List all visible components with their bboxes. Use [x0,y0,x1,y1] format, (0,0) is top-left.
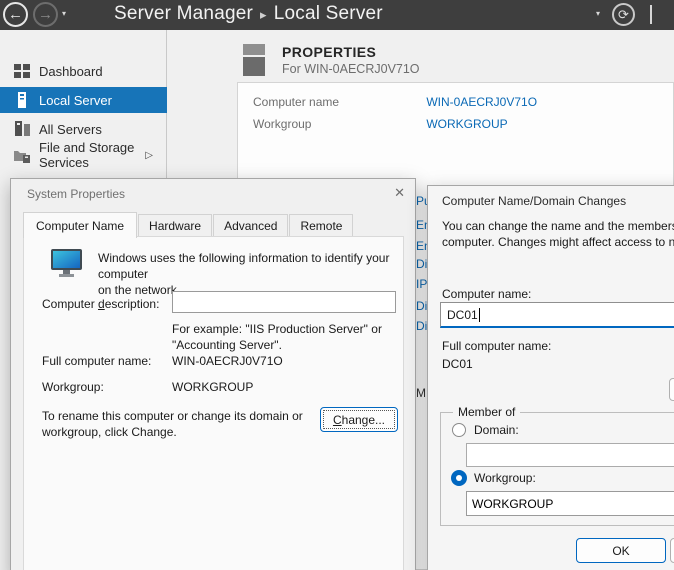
forward-icon: → [38,6,53,23]
sidebar-item-file-storage-services[interactable]: File and Storage Services ▷ [0,142,167,168]
clipped-value: En [416,218,427,232]
system-properties-dialog: System Properties ✕ Computer Name Hardwa… [10,178,416,570]
clipped-value: Pu [416,194,427,208]
tab-strip: Computer Name Hardware Advanced Remote [23,212,354,237]
clipped-value: IP [416,277,427,291]
dialog-title: Computer Name/Domain Changes [442,194,626,208]
computer-name-domain-changes-dialog: Computer Name/Domain Changes You can cha… [427,185,674,570]
computer-description-label: Computer description: [42,297,159,311]
dialog-title: System Properties [27,187,125,201]
title-bar: ← → ▾ Server Manager▸Local Server ▾ ⟳ [0,0,674,30]
toolbar-caret-icon[interactable]: ▾ [596,9,600,18]
workgroup-radio[interactable] [451,470,467,486]
ok-button[interactable]: OK [576,538,666,563]
clipped-background-values: Pu En En Di IP Di Di M [416,178,427,570]
back-button[interactable]: ← [3,2,28,27]
clipped-value: Di [416,299,427,313]
member-of-label: Member of [453,405,520,419]
clipped-value: Di [416,257,427,271]
local-server-icon [13,91,31,109]
clipped-value: En [416,239,427,253]
workgroup-input[interactable] [466,491,674,516]
dashboard-icon [13,62,31,80]
window-title-app: Server Manager [114,3,253,24]
properties-subheading: For WIN-0AECRJ0V71O [282,62,420,76]
tab-remote[interactable]: Remote [289,214,353,237]
more-button-partial[interactable] [669,378,674,401]
property-label: Computer name [253,95,423,109]
computer-name-input-value: DC01 [447,308,478,322]
workgroup-label: Workgroup: [42,380,104,394]
all-servers-icon [13,120,31,138]
change-button[interactable]: Change... [320,407,398,432]
refresh-icon: ⟳ [618,7,629,23]
sidebar-item-label: All Servers [39,122,102,137]
property-label: Workgroup [253,117,423,131]
tab-computer-name[interactable]: Computer Name [23,212,137,238]
close-icon[interactable]: ✕ [394,185,405,201]
computer-monitor-icon [50,248,84,280]
window-title: Server Manager▸Local Server [114,3,383,25]
rename-hint-text: To rename this computer or change its do… [42,408,312,440]
cancel-button-partial[interactable] [670,538,674,563]
notification-flag-partial-icon[interactable] [650,5,652,24]
workgroup-value: WORKGROUP [172,380,253,394]
full-computer-name-value: DC01 [442,357,473,371]
sidebar-item-label: Local Server [39,93,112,108]
nav-history-caret-icon[interactable]: ▾ [62,9,66,18]
full-computer-name-label: Full computer name: [42,354,151,368]
refresh-button[interactable]: ⟳ [612,3,635,26]
clipped-value: M [416,386,426,400]
domain-label: Domain: [474,423,519,437]
full-computer-name-label: Full computer name: [442,339,551,353]
sidebar-item-all-servers[interactable]: All Servers [0,116,167,142]
computer-name-tab-page: Windows uses the following information t… [23,236,404,570]
tab-advanced[interactable]: Advanced [213,214,288,237]
workgroup-link[interactable]: WORKGROUP [426,117,507,131]
full-computer-name-value: WIN-0AECRJ0V71O [172,354,283,368]
text-cursor [479,308,480,322]
description-example-text: For example: "IIS Production Server" or … [172,321,382,353]
computer-name-input[interactable]: DC01 [440,302,674,328]
computer-name-label: Computer name: [442,287,531,301]
computer-description-input[interactable] [172,291,396,313]
domain-radio[interactable] [452,423,466,437]
window-title-page: Local Server [274,3,383,24]
workgroup-label: Workgroup: [474,471,536,485]
expander-icon[interactable]: ▷ [145,150,153,161]
computer-name-link[interactable]: WIN-0AECRJ0V71O [426,95,537,109]
member-of-groupbox: Member of Domain: Workgroup: [440,412,674,526]
sidebar-item-label: Dashboard [39,64,103,79]
clipped-value: Di [416,319,427,333]
properties-heading: PROPERTIES [282,44,376,60]
property-row: Computer name WIN-0AECRJ0V71O [253,95,537,109]
sidebar-item-local-server[interactable]: Local Server [0,87,167,113]
tab-hardware[interactable]: Hardware [138,214,212,237]
dialog-body-text: You can change the name and the membersh… [442,218,674,250]
breadcrumb-separator-icon: ▸ [253,7,274,22]
server-manager-window: ← → ▾ Server Manager▸Local Server ▾ ⟳ Da… [0,0,674,570]
server-tile-icon [243,44,265,76]
forward-button[interactable]: → [33,2,58,27]
file-storage-icon [13,146,31,164]
property-row: Workgroup WORKGROUP [253,117,508,131]
back-icon: ← [8,6,23,23]
sidebar-item-dashboard[interactable]: Dashboard [0,58,167,84]
domain-input[interactable] [466,443,674,467]
